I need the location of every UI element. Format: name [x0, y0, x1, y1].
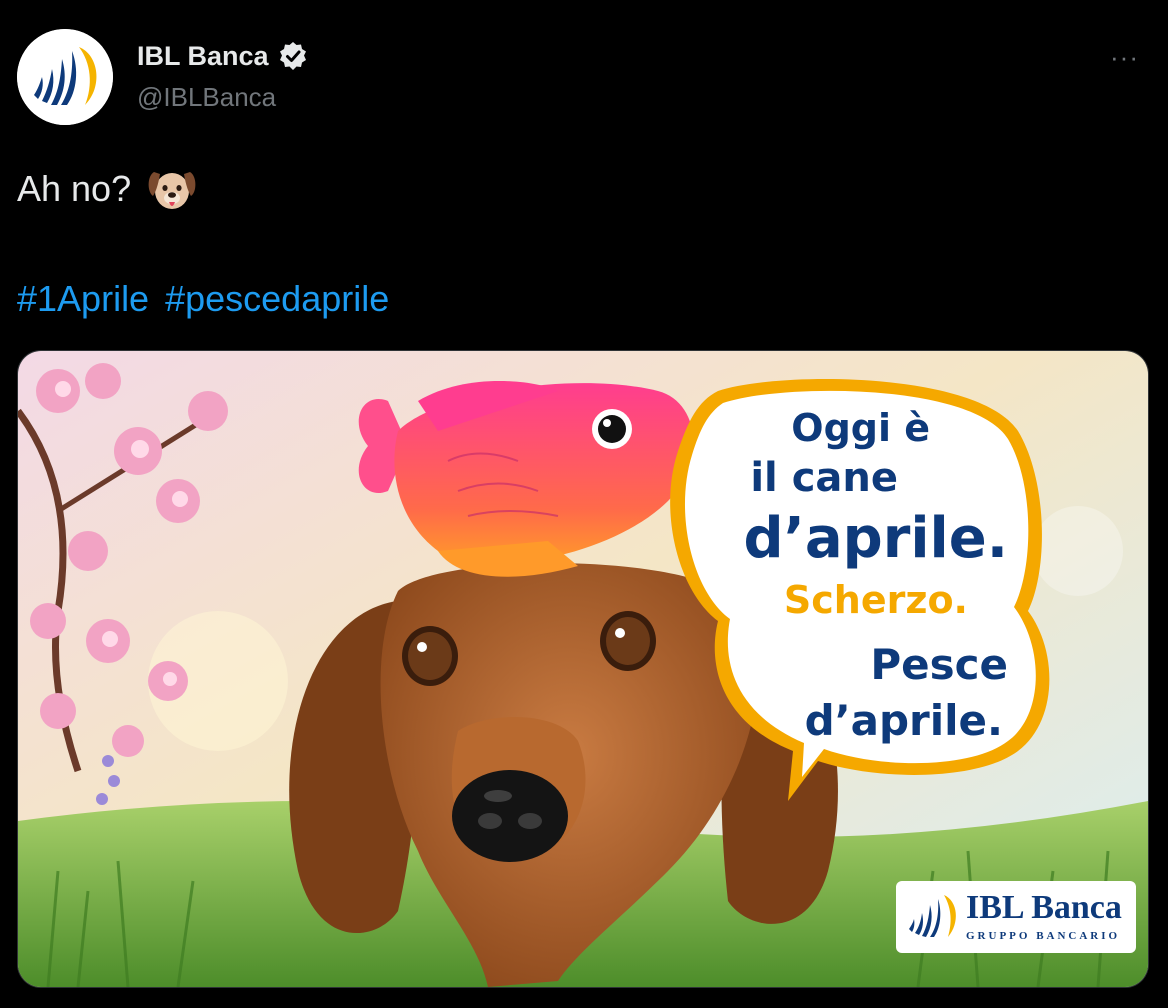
bubble-line-4: Scherzo. — [784, 578, 968, 622]
logo-name: IBL Banca — [966, 889, 1122, 926]
hashtags: #1Aprile #pescedaprile — [17, 278, 389, 320]
tweet-media-image[interactable]: Oggi è il cane d’aprile. Scherzo. Pesce … — [17, 350, 1149, 988]
bubble-line-5: Pesce — [870, 640, 1008, 689]
tweet-text-content: Ah no? — [17, 168, 132, 209]
ibl-logo-icon — [17, 29, 113, 125]
author-handle[interactable]: @IBLBanca — [137, 82, 276, 113]
bubble-line-2: il cane — [750, 455, 898, 501]
tweet-text: Ah no? — [17, 162, 199, 216]
bubble-line-6: d’aprile. — [805, 696, 1003, 745]
verified-badge-icon — [279, 42, 306, 70]
logo-subtitle: GRUPPO BANCARIO — [966, 930, 1121, 942]
dog-face-emoji-icon — [148, 172, 196, 209]
avatar[interactable] — [17, 29, 113, 125]
more-options-button[interactable]: ··· — [1110, 42, 1139, 73]
hashtag-link-pescedaprile[interactable]: #pescedaprile — [165, 278, 389, 320]
ibl-logo-mark-icon — [909, 895, 956, 937]
author-name[interactable]: IBL Banca — [137, 41, 269, 72]
ibl-banca-logo: IBL Banca GRUPPO BANCARIO — [896, 881, 1136, 953]
hashtag-link-1aprile[interactable]: #1Aprile — [17, 278, 149, 320]
bubble-line-1: Oggi è — [791, 406, 930, 450]
bubble-line-3: d’aprile. — [744, 506, 1009, 571]
